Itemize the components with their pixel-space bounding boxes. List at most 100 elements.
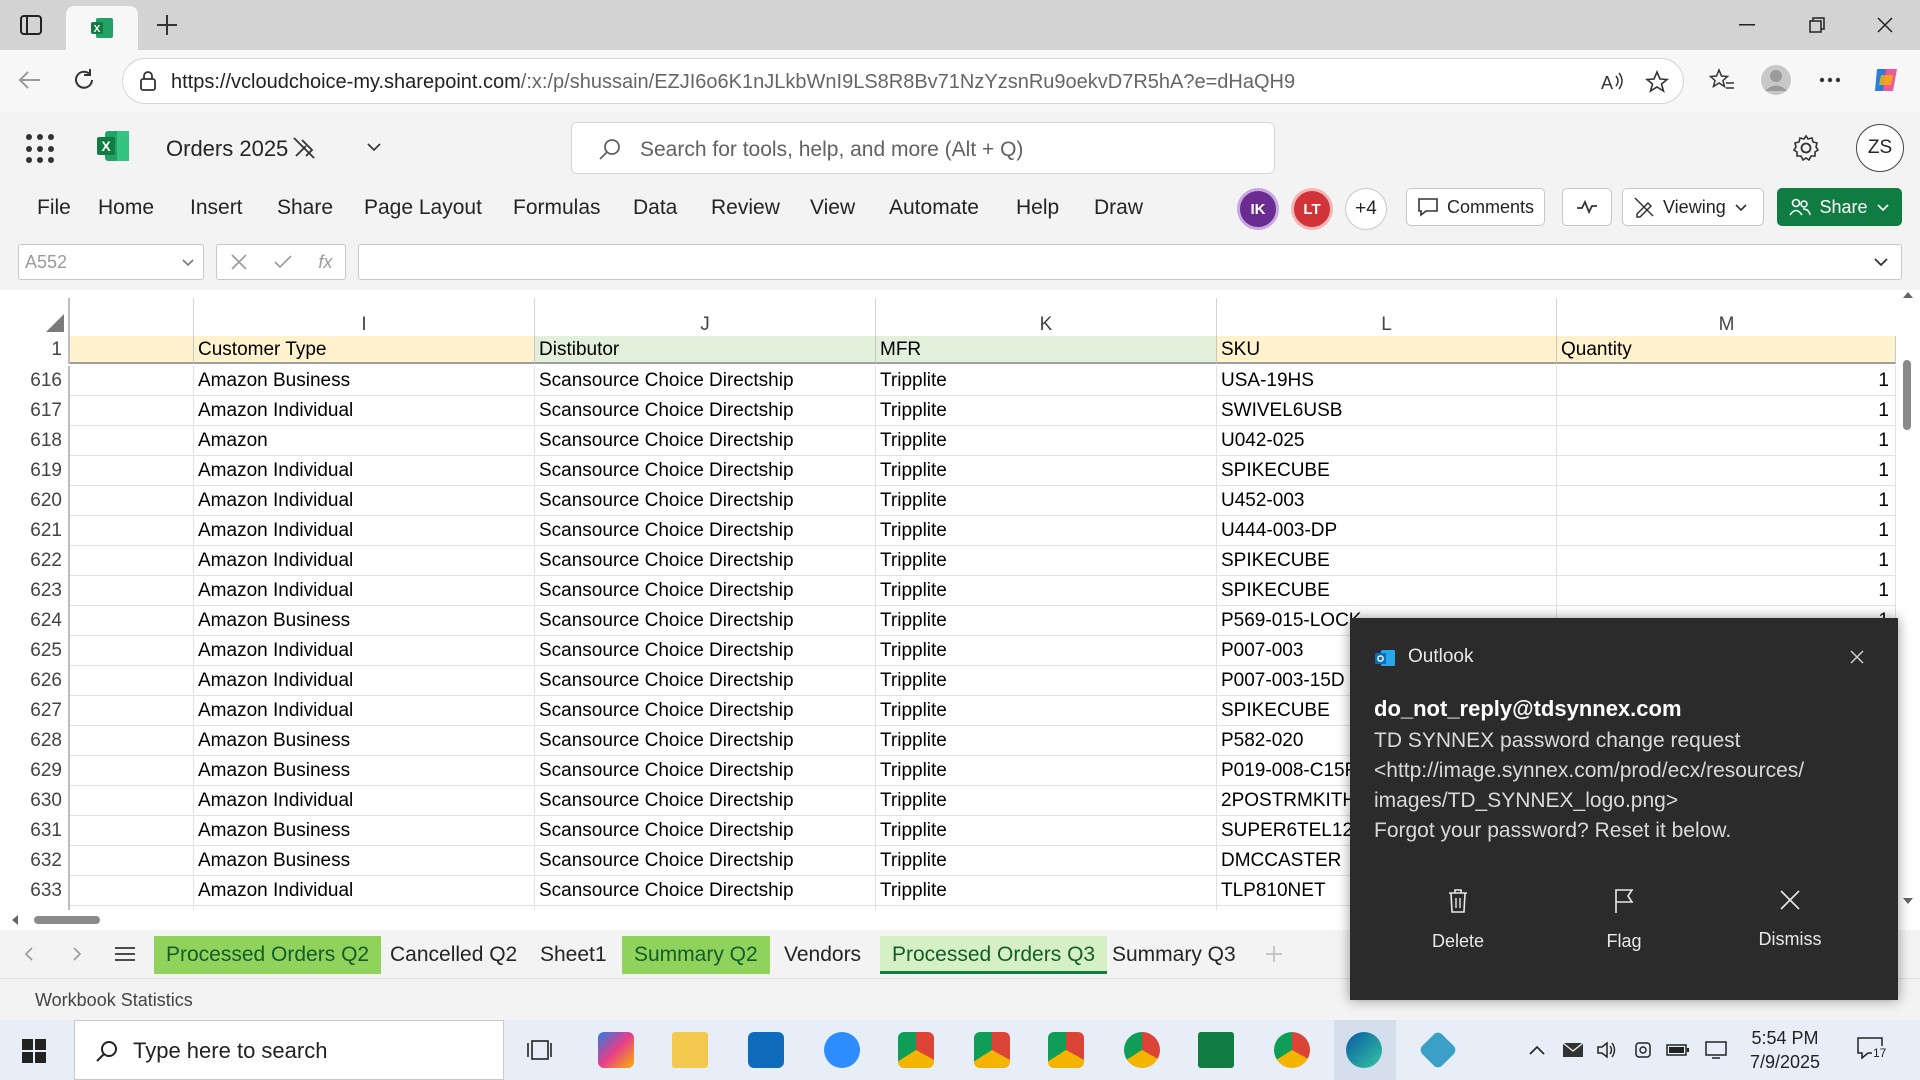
cell-quantity[interactable]: 1 bbox=[1557, 426, 1896, 456]
excel-logo-icon[interactable]: X bbox=[96, 130, 130, 162]
app-launcher-icon[interactable] bbox=[26, 134, 56, 164]
cell-quantity[interactable]: 1 bbox=[1557, 366, 1896, 396]
battery-icon[interactable] bbox=[1666, 1042, 1690, 1058]
favorite-star-icon[interactable] bbox=[1645, 70, 1669, 94]
sheet-tab[interactable]: Summary Q3 bbox=[1100, 936, 1248, 974]
gear-icon[interactable] bbox=[1792, 134, 1820, 162]
cell-customer-type[interactable]: Amazon Individual bbox=[194, 486, 535, 516]
read-aloud-icon[interactable]: A bbox=[1599, 70, 1625, 94]
browser-tab-excel[interactable]: X bbox=[66, 6, 138, 50]
cell-mfr[interactable]: Tripplite bbox=[876, 396, 1217, 426]
insert-function-button[interactable]: fx bbox=[318, 252, 332, 273]
add-sheet-plus-icon[interactable] bbox=[1264, 944, 1284, 964]
cell-quantity[interactable]: 1 bbox=[1557, 396, 1896, 426]
cell-distributor[interactable]: Scansource Choice Directship bbox=[535, 516, 876, 546]
sheet-list-icon[interactable] bbox=[114, 946, 136, 962]
tab-actions-icon[interactable] bbox=[14, 12, 48, 38]
cell-customer-type[interactable]: Amazon Individual bbox=[194, 786, 535, 816]
favorites-button[interactable] bbox=[1704, 62, 1740, 98]
no-autosave-icon[interactable] bbox=[292, 136, 316, 160]
cell-customer-type[interactable]: Amazon Business bbox=[194, 756, 535, 786]
cell-h[interactable] bbox=[70, 636, 194, 666]
cell-mfr[interactable]: Tripplite bbox=[876, 456, 1217, 486]
taskbar-search[interactable]: Type here to search bbox=[74, 1020, 504, 1080]
copilot-taskbar-icon[interactable] bbox=[598, 1032, 634, 1068]
row-number[interactable]: 631 bbox=[8, 816, 70, 846]
cell-mfr[interactable]: Tripplite bbox=[876, 486, 1217, 516]
cell-quantity[interactable]: 1 bbox=[1557, 546, 1896, 576]
viewing-mode-button[interactable]: Viewing bbox=[1622, 188, 1764, 226]
sheet-tab[interactable]: Sheet1 bbox=[528, 936, 619, 974]
cell-mfr[interactable]: Tripplite bbox=[876, 516, 1217, 546]
cell-customer-type[interactable]: Amazon Individual bbox=[194, 666, 535, 696]
cell-sku[interactable]: U042-025 bbox=[1217, 426, 1557, 456]
chrome-profile-4-icon[interactable] bbox=[1274, 1032, 1310, 1068]
zoom-icon[interactable] bbox=[824, 1032, 860, 1068]
new-tab-button[interactable] bbox=[150, 10, 184, 40]
cell-distributor[interactable]: Scansource Choice Directship bbox=[535, 396, 876, 426]
cell-distributor[interactable]: Scansource Choice Directship bbox=[535, 456, 876, 486]
cell-mfr[interactable]: Tripplite bbox=[876, 666, 1217, 696]
cell-customer-type[interactable]: Amazon Business bbox=[194, 366, 535, 396]
header-cell-distributor[interactable]: Distibutor bbox=[535, 336, 876, 364]
cell-h[interactable] bbox=[70, 696, 194, 726]
cell-distributor[interactable]: Scansource Choice Directship bbox=[535, 636, 876, 666]
cell-mfr[interactable]: Tripplite bbox=[876, 576, 1217, 606]
column-header-h[interactable] bbox=[70, 298, 194, 336]
cell-sku[interactable]: SPIKECUBE bbox=[1217, 576, 1557, 606]
cell-distributor[interactable]: Scansource Choice Directship bbox=[535, 486, 876, 516]
column-header-m[interactable]: M bbox=[1557, 298, 1896, 336]
tab-formulas[interactable]: Formulas bbox=[513, 196, 601, 220]
copilot-button[interactable] bbox=[1868, 62, 1904, 98]
comments-button[interactable]: Comments bbox=[1406, 188, 1546, 226]
profile-button[interactable] bbox=[1758, 62, 1794, 98]
cell-h[interactable] bbox=[70, 546, 194, 576]
cell-quantity[interactable]: 1 bbox=[1557, 576, 1896, 606]
cell-customer-type[interactable]: Amazon Individual bbox=[194, 516, 535, 546]
workbook-statistics-button[interactable]: Workbook Statistics bbox=[35, 990, 193, 1011]
cell-distributor[interactable]: Scansource Choice Directship bbox=[535, 876, 876, 906]
cell-h[interactable] bbox=[70, 456, 194, 486]
tab-file[interactable]: File bbox=[37, 196, 71, 220]
chrome-profile-2-icon[interactable] bbox=[974, 1032, 1010, 1068]
cell-distributor[interactable]: Scansource Choice Directship bbox=[535, 846, 876, 876]
cell-h[interactable] bbox=[70, 366, 194, 396]
header-cell-customer-type[interactable]: Customer Type bbox=[194, 336, 535, 364]
row-number[interactable]: 628 bbox=[8, 726, 70, 756]
cell-mfr[interactable]: Tripplite bbox=[876, 696, 1217, 726]
user-avatar[interactable]: ZS bbox=[1856, 124, 1904, 172]
toast-delete-button[interactable]: Delete bbox=[1388, 888, 1528, 952]
column-header-k[interactable]: K bbox=[876, 298, 1217, 336]
chevron-left-icon[interactable] bbox=[24, 946, 34, 962]
app-diamond-icon[interactable] bbox=[1418, 1030, 1458, 1070]
cell-customer-type[interactable]: Amazon Individual bbox=[194, 696, 535, 726]
notification-center-button[interactable]: 17 bbox=[1856, 1036, 1892, 1066]
cell-customer-type[interactable]: Amazon Individual bbox=[194, 576, 535, 606]
restore-button[interactable] bbox=[1782, 0, 1852, 50]
sheet-tab[interactable]: Vendors bbox=[772, 936, 873, 974]
cell-mfr[interactable]: Tripplite bbox=[876, 786, 1217, 816]
header-cell-sku[interactable]: SKU bbox=[1217, 336, 1557, 364]
row-number[interactable]: 627 bbox=[8, 696, 70, 726]
tab-share[interactable]: Share bbox=[277, 196, 333, 220]
column-header-i[interactable]: I bbox=[194, 298, 535, 336]
toast-close-button[interactable] bbox=[1840, 640, 1874, 674]
cell-quantity[interactable]: 1 bbox=[1557, 486, 1896, 516]
row-number[interactable]: 622 bbox=[8, 546, 70, 576]
cell-h[interactable] bbox=[70, 426, 194, 456]
cell-mfr[interactable]: Tripplite bbox=[876, 756, 1217, 786]
cell-customer-type[interactable]: Amazon Individual bbox=[194, 546, 535, 576]
cell-customer-type[interactable]: Amazon Business bbox=[194, 816, 535, 846]
refresh-button[interactable] bbox=[66, 62, 102, 98]
toast-dismiss-button[interactable]: Dismiss bbox=[1720, 888, 1860, 950]
chrome-icon[interactable] bbox=[1124, 1032, 1160, 1068]
tab-data[interactable]: Data bbox=[633, 196, 677, 220]
cell-mfr[interactable]: Tripplite bbox=[876, 636, 1217, 666]
collaborator-avatar-ik[interactable]: IK bbox=[1237, 188, 1279, 230]
cell-distributor[interactable]: Scansource Choice Directship bbox=[535, 666, 876, 696]
speaker-icon[interactable] bbox=[1596, 1040, 1618, 1060]
tab-insert[interactable]: Insert bbox=[190, 196, 243, 220]
cell-distributor[interactable]: Scansource Choice Directship bbox=[535, 426, 876, 456]
cell-distributor[interactable]: Scansource Choice Directship bbox=[535, 786, 876, 816]
row-number[interactable]: 618 bbox=[8, 426, 70, 456]
